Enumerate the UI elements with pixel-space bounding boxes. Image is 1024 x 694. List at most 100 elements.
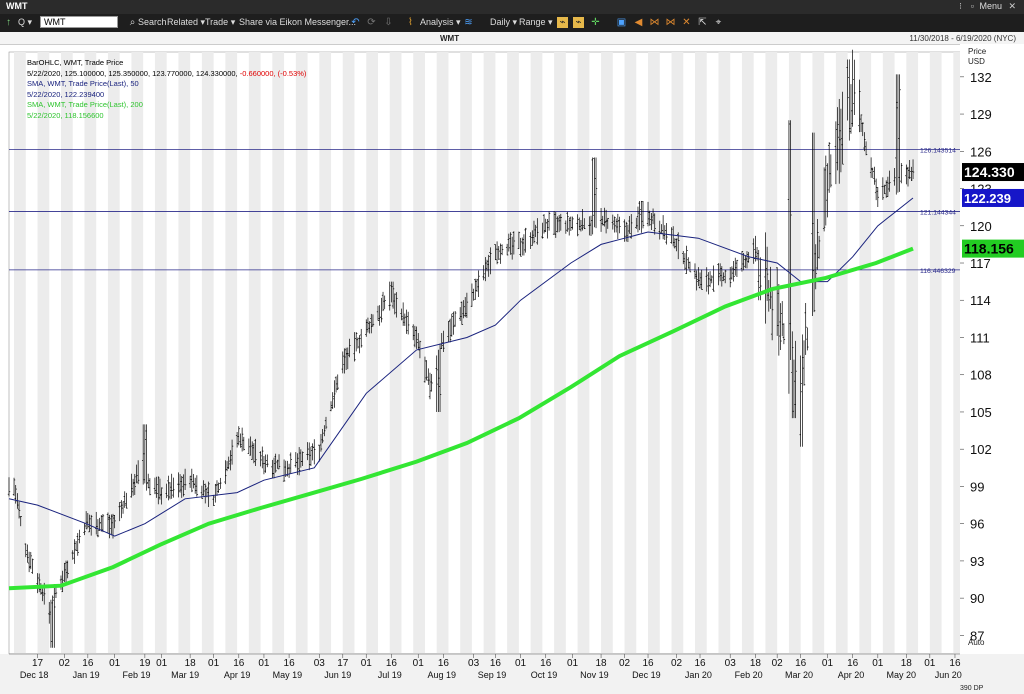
x-month-label: Apr 20 <box>838 670 865 680</box>
zoom-icon[interactable]: ⋈ <box>649 17 660 28</box>
week-band <box>507 52 519 654</box>
app-window: WMT ⁝ ▫ Menu ✕ ↑ Q ▾ ⌕ Search Related ▾ … <box>0 0 1024 694</box>
expand-icon[interactable]: ✕ <box>681 17 692 28</box>
pin-icon[interactable]: ▫ <box>971 1 974 11</box>
reference-line-label: 126.143514 <box>920 148 956 155</box>
x-tick-label: 16 <box>82 658 94 669</box>
search-button[interactable]: Search <box>138 17 167 27</box>
related-label: Related <box>167 17 199 27</box>
analysis-menu[interactable]: Analysis ▾ <box>420 17 461 28</box>
legend-ohlc-prefix: 5/22/2020, 125.100000, 125.350000, 123.7… <box>27 68 238 78</box>
x-month-label: Dec 18 <box>20 670 49 680</box>
y-tick-label: 99 <box>970 479 984 494</box>
range-menu[interactable]: Range ▾ <box>519 17 553 28</box>
week-band <box>366 52 378 654</box>
interval-menu[interactable]: Daily ▾ <box>490 17 517 28</box>
y-tick-label: 126 <box>970 144 992 159</box>
x-tick-label: 02 <box>59 658 71 669</box>
x-tick-label: 16 <box>847 658 859 669</box>
legend-series-title: BarOHLC, WMT, Trade Price <box>27 58 124 67</box>
week-band <box>37 52 50 654</box>
y-tick-label: 105 <box>970 405 992 420</box>
currency-label: USD <box>968 57 985 66</box>
quote-selector[interactable]: Q ▾ <box>18 17 32 28</box>
week-band <box>272 52 285 654</box>
y-tick-label: 102 <box>970 442 992 457</box>
sma50-tag-value: 122.239 <box>964 191 1011 206</box>
x-tick-label: 01 <box>567 658 579 669</box>
close-icon[interactable]: ✕ <box>1008 1 1016 12</box>
reference-line-label: 121.144344 <box>920 210 956 217</box>
x-tick-label: 16 <box>233 658 245 669</box>
legend-sma200-value: 5/22/2020, 118.156600 <box>27 110 104 120</box>
week-band <box>248 52 261 654</box>
week-band <box>694 52 707 654</box>
refresh-icon[interactable]: ⟳ <box>366 17 377 28</box>
x-month-label: Dec 19 <box>632 670 661 680</box>
undo-icon[interactable]: ↶ <box>350 17 361 28</box>
related-menu[interactable]: Related ▾ <box>167 17 205 28</box>
x-tick-label: 16 <box>795 658 807 669</box>
chart-legend: BarOHLC, WMT, Trade Price 5/22/2020, 125… <box>27 58 306 121</box>
price-chart[interactable]: 126.143514121.144344116.446329 PriceUSD8… <box>0 44 1024 694</box>
crosshair-icon[interactable]: ✛ <box>590 17 601 28</box>
week-band <box>154 52 167 654</box>
line-chart-icon[interactable]: ⌁ <box>557 17 568 28</box>
time-axis: 17 02 16 01 19 01 18 01 16 01 16 03 17 01 16 01 16 03 16 01… <box>0 653 1024 694</box>
bar-chart-icon[interactable]: ⌁ <box>573 17 584 28</box>
x-month-label: May 20 <box>887 670 917 680</box>
compress-icon[interactable]: ⋈ <box>665 17 676 28</box>
title-bar: WMT ⁝ ▫ Menu ✕ <box>0 0 1024 14</box>
x-tick-label: 18 <box>750 658 762 669</box>
window-icon[interactable]: ▣ <box>616 17 627 28</box>
x-month-label: Jun 19 <box>324 670 351 680</box>
y-tick-label: 120 <box>970 219 992 234</box>
overlay-icon[interactable]: ≋ <box>463 17 474 28</box>
x-tick-label: 16 <box>284 658 296 669</box>
search-icon[interactable]: ⌕ <box>127 17 138 28</box>
x-tick-label: 03 <box>468 658 480 669</box>
x-month-label: May 19 <box>273 670 303 680</box>
y-tick-label: 129 <box>970 107 992 122</box>
last-price-tag: 124.330 <box>962 163 1024 182</box>
settings-icon[interactable]: ⌖ <box>713 17 724 28</box>
menu-button[interactable]: Menu <box>979 1 1002 11</box>
x-tick-label: 19 <box>139 658 151 669</box>
chart-date-range: 11/30/2018 - 6/19/2020 (NYC) <box>909 34 1016 43</box>
share-button[interactable]: Share via Eikon Messenger... <box>239 17 356 27</box>
window-title: WMT <box>6 1 28 11</box>
trade-menu[interactable]: Trade ▾ <box>205 17 235 28</box>
analysis-icon[interactable]: ⌇ <box>405 17 416 28</box>
week-band <box>60 52 73 654</box>
lock-icon[interactable]: ⁝ <box>959 1 962 12</box>
x-month-label: Aug 19 <box>427 670 456 680</box>
x-tick-label: 16 <box>540 658 552 669</box>
analysis-label: Analysis <box>420 17 454 27</box>
y-tick-label: 96 <box>970 517 984 532</box>
sma200-tag-value: 118.156 <box>964 241 1014 257</box>
week-band <box>530 52 543 654</box>
week-band <box>460 52 472 654</box>
x-tick-label: 16 <box>642 658 654 669</box>
data-points-label: 390 DP <box>960 685 984 692</box>
x-tick-label: 17 <box>32 658 44 669</box>
week-band <box>225 52 238 654</box>
arrow-up-icon[interactable]: ↑ <box>3 17 14 28</box>
week-band <box>906 52 919 654</box>
week-bands <box>8 51 966 655</box>
legend-sma50-value: 5/22/2020, 122.239400 <box>27 89 105 99</box>
week-band <box>389 52 402 654</box>
x-month-label: Jan 19 <box>73 670 100 680</box>
interval-label: Daily <box>490 17 511 27</box>
download-icon[interactable]: ⇩ <box>383 17 394 28</box>
x-month-label: Mar 19 <box>171 670 199 680</box>
x-tick-label: 01 <box>109 658 121 669</box>
export-icon[interactable]: ⇱ <box>697 17 708 28</box>
symbol-input[interactable] <box>40 16 118 28</box>
scroll-left-icon[interactable]: ◀ <box>633 17 644 28</box>
x-tick-label: 03 <box>725 658 737 669</box>
x-tick-label: 16 <box>438 658 450 669</box>
week-band <box>14 52 26 654</box>
week-band <box>648 52 660 654</box>
price-axis-label: Price <box>968 47 987 56</box>
